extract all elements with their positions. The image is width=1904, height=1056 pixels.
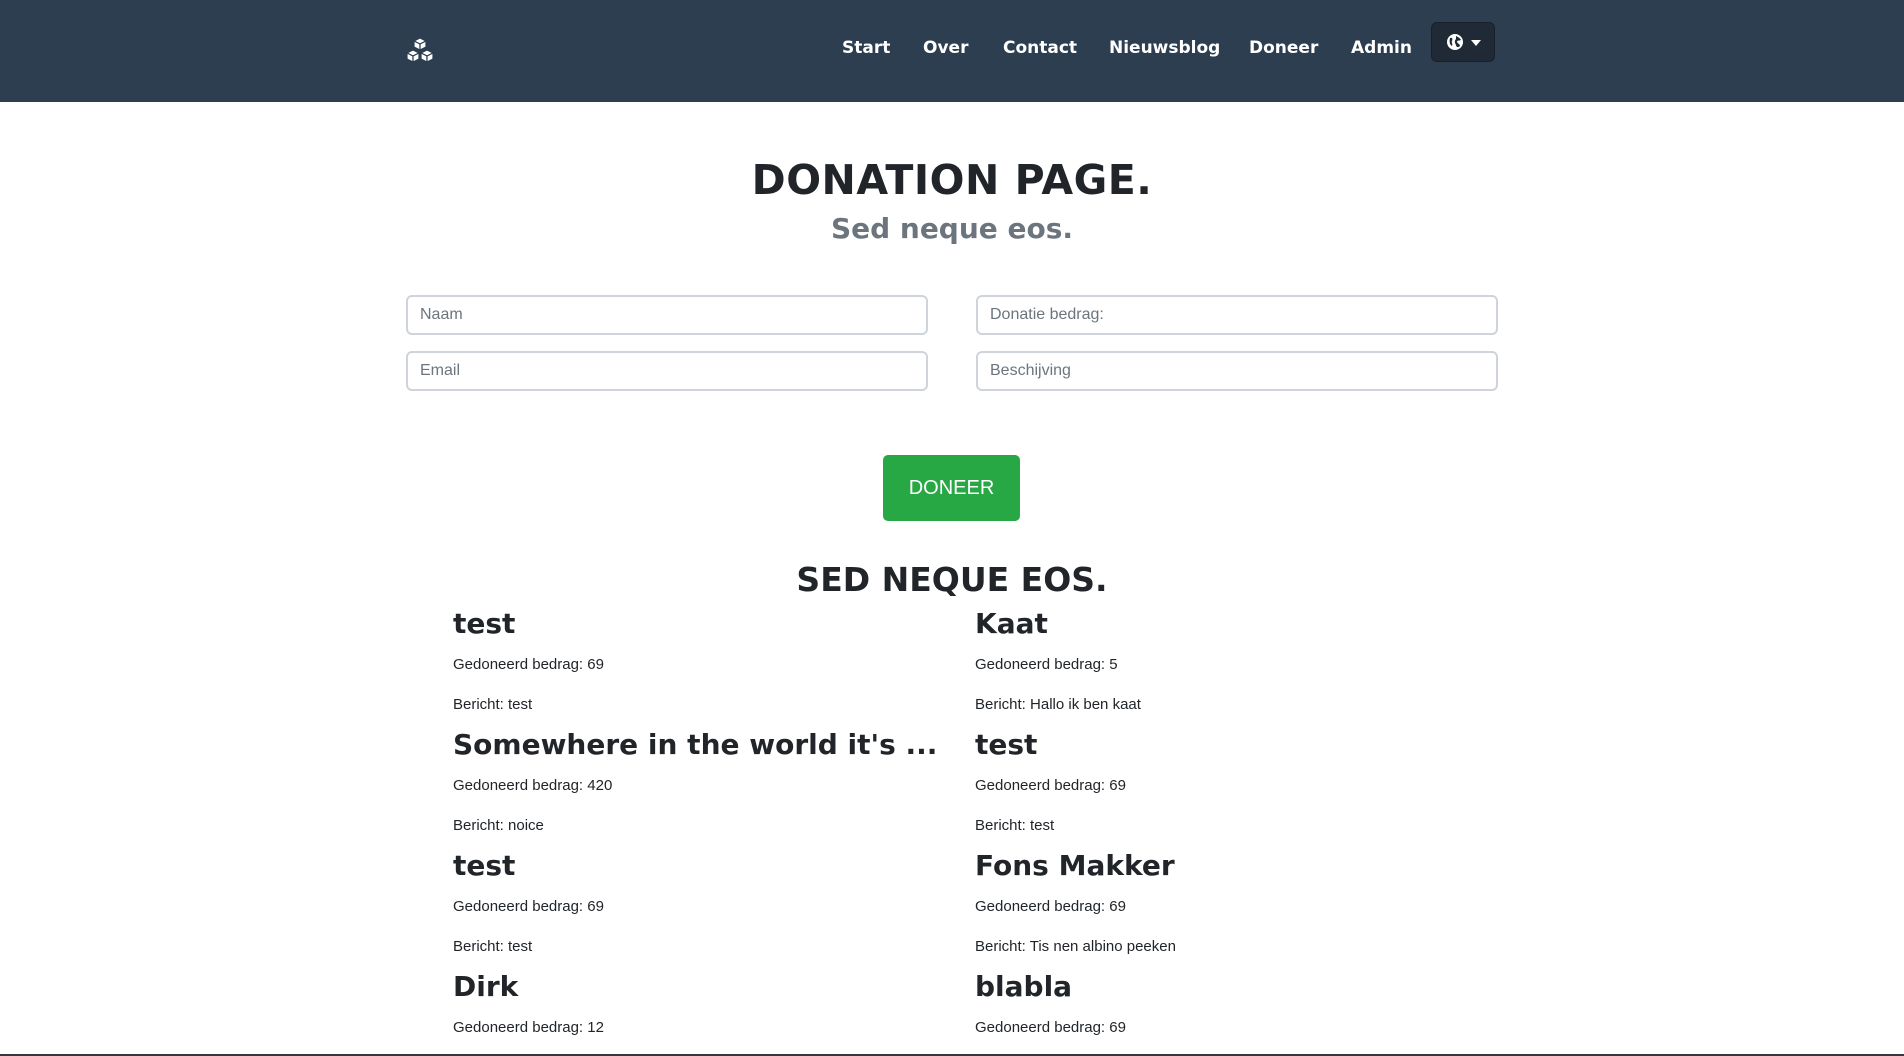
nav-link-contact[interactable]: Contact: [1003, 38, 1077, 58]
donation-card: test Gedoneerd bedrag: 69 Bericht: test: [453, 605, 923, 715]
donation-card: blabla Gedoneerd bedrag: 69: [975, 968, 1445, 1038]
donations-title: SED NEQUE EOS.: [796, 560, 1108, 599]
donation-message: Bericht: test: [453, 938, 533, 955]
donation-amount: Gedoneerd bedrag: 69: [453, 656, 604, 673]
donation-amount: Gedoneerd bedrag: 69: [975, 898, 1126, 915]
donor-name: test: [453, 607, 516, 640]
nav-link-over[interactable]: Over: [923, 38, 968, 58]
donation-card: Dirk Gedoneerd bedrag: 12: [453, 968, 923, 1038]
donation-card: test Gedoneerd bedrag: 69 Bericht: test: [975, 726, 1445, 836]
donation-amount: Gedoneerd bedrag: 420: [453, 777, 613, 794]
donor-name: blabla: [975, 970, 1073, 1003]
donation-amount: Gedoneerd bedrag: 69: [453, 898, 604, 915]
language-dropdown-button[interactable]: [1431, 22, 1495, 62]
name-input[interactable]: [406, 295, 928, 335]
donor-name: test: [975, 728, 1038, 761]
page-title: DONATION PAGE.: [751, 156, 1153, 204]
description-input[interactable]: [976, 351, 1498, 391]
donor-name: Somewhere in the world it's ...: [453, 728, 938, 761]
donation-message: Bericht: noice: [453, 817, 544, 834]
donation-amount: Gedoneerd bedrag: 69: [975, 777, 1126, 794]
donation-card: Fons Makker Gedoneerd bedrag: 69 Bericht…: [975, 847, 1445, 957]
donation-amount: Gedoneerd bedrag: 12: [453, 1019, 604, 1036]
donor-name: Dirk: [453, 970, 519, 1003]
donation-card: Somewhere in the world it's ... Gedoneer…: [453, 726, 938, 836]
donation-message: Bericht: Tis nen albino peeken: [975, 938, 1176, 955]
navbar: Start Over Contact Nieuwsblog Doneer Adm…: [0, 0, 1904, 102]
cubes-icon[interactable]: [404, 35, 436, 67]
email-input[interactable]: [406, 351, 928, 391]
globe-icon: [1447, 34, 1463, 50]
donor-name: test: [453, 849, 516, 882]
donation-card: Kaat Gedoneerd bedrag: 5 Bericht: Hallo …: [975, 605, 1445, 715]
donation-message: Bericht: test: [975, 817, 1055, 834]
donation-amount: Gedoneerd bedrag: 5: [975, 656, 1118, 673]
donation-card: test Gedoneerd bedrag: 69 Bericht: test: [453, 847, 923, 957]
amount-input[interactable]: [976, 295, 1498, 335]
nav-link-doneer[interactable]: Doneer: [1249, 38, 1318, 58]
page-subtitle: Sed neque eos.: [830, 212, 1074, 245]
donate-button[interactable]: DONEER: [883, 455, 1020, 521]
donation-message: Bericht: Hallo ik ben kaat: [975, 696, 1141, 713]
nav-link-nieuwsblog[interactable]: Nieuwsblog: [1109, 38, 1220, 58]
nav-link-admin[interactable]: Admin: [1351, 38, 1412, 58]
donation-amount: Gedoneerd bedrag: 69: [975, 1019, 1126, 1036]
chevron-down-icon: [1471, 40, 1481, 46]
donor-name: Fons Makker: [975, 849, 1175, 882]
donation-message: Bericht: test: [453, 696, 533, 713]
nav-link-start[interactable]: Start: [842, 38, 890, 58]
donor-name: Kaat: [975, 607, 1048, 640]
